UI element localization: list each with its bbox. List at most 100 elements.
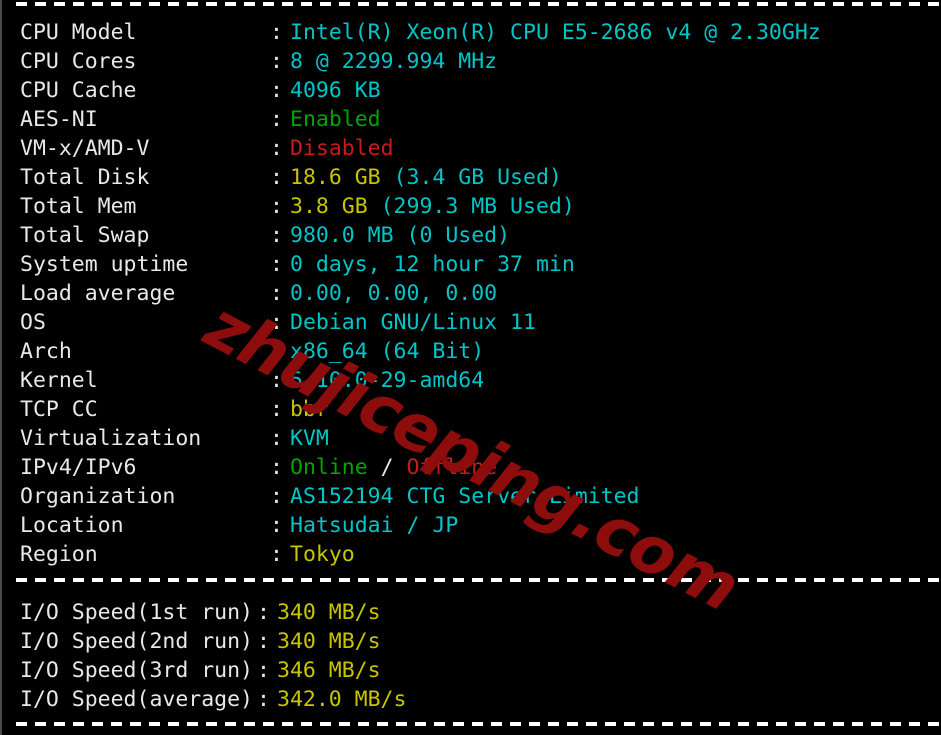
- row-value: AS152194 CTG Server Limited: [290, 482, 640, 511]
- info-row-location: Location: Hatsudai / JP: [0, 511, 941, 540]
- info-row-tcp-cc: TCP CC: bbr: [0, 395, 941, 424]
- separator-bottom: [16, 722, 939, 726]
- row-colon: :: [270, 368, 283, 393]
- row-colon: :: [257, 687, 270, 712]
- value-part: 18.6 GB: [290, 165, 394, 190]
- row-colon: :: [257, 629, 270, 654]
- io-row-i-o-speed-3rd-run: I/O Speed(3rd run):346 MB/s: [0, 656, 941, 685]
- row-value: 4096 KB: [290, 76, 381, 105]
- system-info-block: CPU Model: Intel(R) Xeon(R) CPU E5-2686 v…: [0, 18, 941, 569]
- row-value: 5.10.0-29-amd64: [290, 366, 484, 395]
- row-value: 340 MB/s: [277, 598, 381, 627]
- value-part: Enabled: [290, 107, 381, 132]
- row-label: Total Swap: [20, 223, 150, 248]
- info-row-total-mem: Total Mem:3.8 GB (299.3 MB Used): [0, 192, 941, 221]
- value-part: 340 MB/s: [277, 629, 381, 654]
- row-label: I/O Speed(3rd run): [20, 658, 253, 683]
- value-part: (299.3 MB Used): [380, 194, 575, 219]
- info-row-arch: Arch: x86_64 (64 Bit): [0, 337, 941, 366]
- row-label: I/O Speed(average): [20, 687, 253, 712]
- row-label: Kernel: [20, 368, 98, 393]
- row-label: I/O Speed(2nd run): [20, 629, 253, 654]
- row-value: 0.00, 0.00, 0.00: [290, 279, 497, 308]
- row-value: 340 MB/s: [277, 627, 381, 656]
- info-row-organization: Organization: AS152194 CTG Server Limited: [0, 482, 941, 511]
- io-speed-block: I/O Speed(1st run):340 MB/s I/O Speed(2nd…: [0, 598, 941, 714]
- row-label: OS: [20, 310, 46, 335]
- row-colon: :: [257, 658, 270, 683]
- row-colon: :: [257, 600, 270, 625]
- row-colon: :: [270, 223, 283, 248]
- row-label: Arch: [20, 339, 72, 364]
- row-label: VM-x/AMD-V: [20, 136, 150, 161]
- info-row-cpu-cores: CPU Cores:8 @ 2299.994 MHz: [0, 47, 941, 76]
- row-colon: :: [270, 542, 283, 567]
- info-row-cpu-cache: CPU Cache:4096 KB: [0, 76, 941, 105]
- row-colon: :: [270, 513, 283, 538]
- value-part: Debian GNU/Linux 11: [290, 310, 536, 335]
- row-value: bbr: [290, 395, 329, 424]
- row-colon: :: [270, 310, 283, 335]
- row-value: Online / Offline: [290, 453, 497, 482]
- row-value: Disabled: [290, 134, 394, 163]
- value-part: x86_64 (64 Bit): [290, 339, 485, 364]
- row-colon: :: [270, 78, 283, 103]
- row-colon: :: [270, 426, 283, 451]
- row-colon: :: [270, 49, 283, 74]
- info-row-region: Region: Tokyo: [0, 540, 941, 569]
- row-value: 18.6 GB (3.4 GB Used): [290, 163, 562, 192]
- value-part: bbr: [290, 397, 329, 422]
- value-part: 980.0 MB (0 Used): [290, 223, 511, 248]
- row-colon: :: [270, 194, 283, 219]
- row-label: I/O Speed(1st run): [20, 600, 253, 625]
- value-part: KVM: [290, 426, 329, 451]
- value-part: /: [367, 455, 407, 480]
- info-row-aes-ni: AES-NI: Enabled: [0, 105, 941, 134]
- row-colon: :: [270, 339, 283, 364]
- info-row-cpu-model: CPU Model: Intel(R) Xeon(R) CPU E5-2686 v…: [0, 18, 941, 47]
- value-part: 3.8 GB: [290, 194, 381, 219]
- value-part: 8 @ 2299.994 MHz: [290, 49, 498, 74]
- row-value: Tokyo: [290, 540, 355, 569]
- row-colon: :: [270, 484, 283, 509]
- info-row-total-swap: Total Swap:980.0 MB (0 Used): [0, 221, 941, 250]
- io-row-i-o-speed-2nd-run: I/O Speed(2nd run):340 MB/s: [0, 627, 941, 656]
- row-label: Load average: [20, 281, 176, 306]
- value-part: AS152194 CTG Server Limited: [290, 484, 640, 509]
- info-row-ipv4-ipv6: IPv4/IPv6: Online / Offline: [0, 453, 941, 482]
- row-label: System uptime: [20, 252, 189, 277]
- value-part: Online: [290, 455, 368, 480]
- row-label: Location: [20, 513, 124, 538]
- info-row-load-average: Load average:0.00, 0.00, 0.00: [0, 279, 941, 308]
- row-value: Enabled: [290, 105, 381, 134]
- row-value: 3.8 GB (299.3 MB Used): [290, 192, 575, 221]
- info-row-system-uptime: System uptime:0 days, 12 hour 37 min: [0, 250, 941, 279]
- row-label: Total Mem: [20, 194, 137, 219]
- value-part: Intel(R) Xeon(R) CPU E5-2686 v4 @ 2.30GH…: [290, 20, 821, 45]
- value-part: 4096 KB: [290, 78, 381, 103]
- value-part: 342.0 MB/s: [277, 687, 407, 712]
- value-part: Tokyo: [290, 542, 355, 567]
- row-colon: :: [270, 20, 283, 45]
- row-colon: :: [270, 455, 283, 480]
- info-row-virtualization: Virtualization: KVM: [0, 424, 941, 453]
- value-part: 0.00, 0.00, 0.00: [290, 281, 498, 306]
- separator-top: [16, 2, 939, 6]
- row-label: CPU Cores: [20, 49, 137, 74]
- io-row-i-o-speed-1st-run: I/O Speed(1st run):340 MB/s: [0, 598, 941, 627]
- separator-middle: [16, 578, 939, 582]
- info-row-vm-x-amd-v: VM-x/AMD-V: Disabled: [0, 134, 941, 163]
- row-label: AES-NI: [20, 107, 98, 132]
- row-label: IPv4/IPv6: [20, 455, 137, 480]
- info-row-kernel: Kernel:5.10.0-29-amd64: [0, 366, 941, 395]
- row-value: Debian GNU/Linux 11: [290, 308, 536, 337]
- row-colon: :: [270, 281, 283, 306]
- row-label: Region: [20, 542, 98, 567]
- row-value: 0 days, 12 hour 37 min: [290, 250, 575, 279]
- row-value: Hatsudai / JP: [290, 511, 458, 540]
- value-part: 0 days, 12 hour 37 min: [290, 252, 575, 277]
- row-value: KVM: [290, 424, 329, 453]
- value-part: 346 MB/s: [277, 658, 381, 683]
- row-label: Total Disk: [20, 165, 150, 190]
- value-part: Offline: [406, 455, 498, 480]
